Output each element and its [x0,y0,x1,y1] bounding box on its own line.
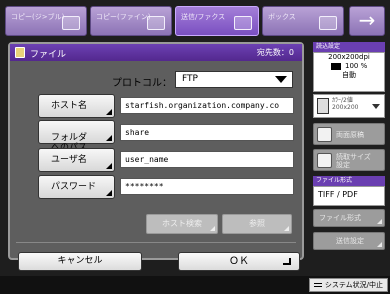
chevron-down-icon [372,104,380,109]
scan-settings-header: 読込設定 [313,42,385,52]
host-name-label: ホスト名 [51,101,88,111]
protocol-select[interactable]: FTP [175,71,293,88]
cancel-button[interactable]: キャンセル [18,252,142,271]
color-select-line1: ｶﾗｰ/2値 [332,97,353,104]
protocol-value: FTP [182,74,198,84]
scan-settings-box[interactable]: 200x200dpi 100 % 自動 [313,52,385,92]
send-settings-label: 送信設定 [336,237,364,245]
box-icon [319,16,337,30]
tab-copy-simple-label: コピー(ジ>ブル) [11,13,65,21]
tab-copy-simple[interactable]: コピー(ジ>ブル) [5,6,87,36]
corner-arrow-icon [106,135,112,141]
corner-arrow-icon [210,226,215,231]
system-status-button[interactable]: システム状況/中止 [308,278,388,292]
color-mode-value: 100 % [344,62,368,70]
size-icon [317,153,332,168]
user-name-label: ユーザ名 [51,155,87,165]
next-tab-button[interactable]: → [349,6,385,36]
tab-copy-fine[interactable]: コピー(ファイン) [90,6,172,36]
folder-path-button[interactable]: フォルダ へのパス [38,120,115,153]
tab-send-fax-label: 送信/ファクス [181,13,226,21]
double-sided-button[interactable]: 両面原稿 [313,123,385,145]
corner-arrow-icon [106,109,112,115]
dialog-divider [16,242,296,243]
destination-count: 宛先数：0 [256,48,294,57]
dialog-title: ファイル [30,50,67,60]
folder-path-field[interactable]: share [120,124,294,141]
corner-arrow-icon [377,242,382,247]
corner-arrow-icon [106,190,112,196]
system-status-label: システム状況/中止 [324,281,383,289]
host-name-field[interactable]: starfish.organization.company.co [120,97,294,114]
protocol-label: プロトコル： [112,78,172,89]
cancel-label: キャンセル [57,256,103,266]
user-name-button[interactable]: ユーザ名 [38,148,115,172]
tab-copy-fine-label: コピー(ファイン) [96,13,151,21]
corner-arrow-icon [377,219,382,224]
color-select-box[interactable]: ｶﾗｰ/2値 200x200 [313,94,385,118]
tab-box[interactable]: ボックス [262,6,344,36]
corner-arrow-icon [284,226,289,231]
scan-size-label: 読取サイズ 設定 [336,153,371,169]
user-name-field[interactable]: user_name [120,151,294,168]
file-format-header: ファイル形式 [313,176,385,186]
host-search-button[interactable]: ホスト検索 [146,214,218,234]
dialog-title-bar: ファイル 宛先数：0 [10,44,302,61]
corner-arrow-icon [106,163,112,169]
scan-size-button[interactable]: 読取サイズ 設定 [313,149,385,171]
tab-box-label: ボックス [268,13,296,21]
ok-button[interactable]: ＯＫ [178,252,300,271]
password-button[interactable]: パスワード [38,175,115,199]
auto-value: 自動 [342,71,356,79]
status-bar: システム状況/中止 [0,276,390,294]
file-dialog: ファイル 宛先数：0 プロトコル： FTP ホスト名 starfish.orga… [8,42,304,260]
file-icon [15,47,25,58]
browse-label: 参照 [249,219,265,228]
host-search-label: ホスト検索 [162,219,202,228]
copier-screen: コピー(ジ>ブル) コピー(ファイン) 送信/ファクス ボックス → ファイル … [0,0,390,294]
document-icon [317,98,329,114]
status-icon [313,283,322,287]
color-mode-row: 100 % [314,62,384,70]
password-label: パスワード [51,182,97,192]
browse-button[interactable]: 参照 [222,214,292,234]
enter-icon [283,258,291,265]
chevron-down-icon [275,76,287,83]
password-field[interactable]: ******** [120,178,294,195]
duplex-icon [317,127,332,142]
host-name-button[interactable]: ホスト名 [38,94,115,118]
send-icon [234,16,252,30]
tab-send-fax[interactable]: 送信/ファクス [175,6,259,36]
ok-label: ＯＫ [229,256,249,267]
copy-icon [62,16,80,30]
copy-icon [147,16,165,30]
file-format-button[interactable]: ファイル形式 [313,209,385,227]
arrow-right-icon: → [358,8,376,32]
resolution-value: 200x200dpi [328,53,370,61]
file-format-value: TIFF / PDF [313,186,385,206]
color-mode-icon [330,62,341,70]
send-settings-button[interactable]: 送信設定 [313,232,385,250]
file-format-button-label: ファイル形式 [319,214,361,222]
double-sided-label: 両面原稿 [336,131,364,139]
